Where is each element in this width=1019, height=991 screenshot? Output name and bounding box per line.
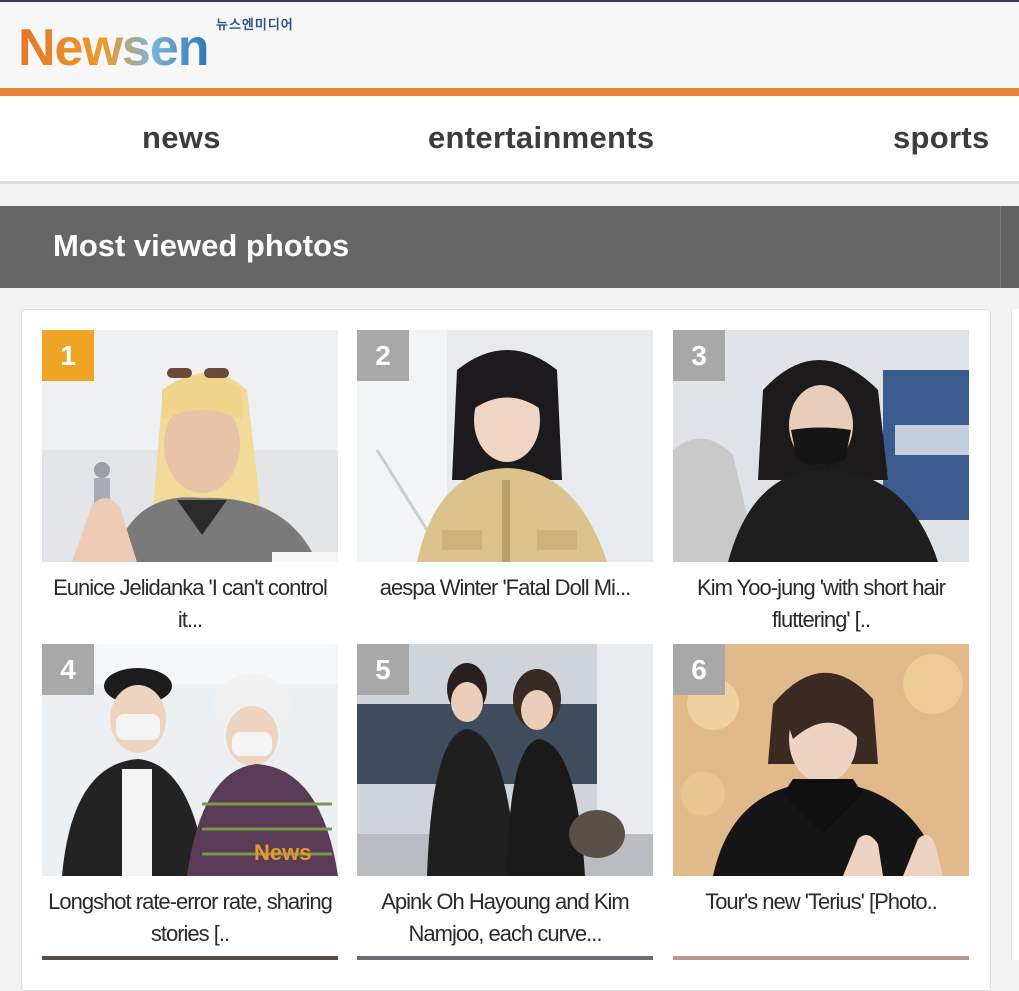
svg-text:News: News: [254, 840, 311, 865]
nav-item-entertainments[interactable]: entertainments: [428, 120, 654, 156]
nav-item-sports[interactable]: sports: [893, 120, 990, 156]
section-header: Most viewed photos: [0, 206, 1000, 288]
photo-item[interactable]: 3 Kim Yoo-jung 'with short hair flutteri…: [673, 330, 969, 636]
photo-caption[interactable]: Eunice Jelidanka 'I can't control it...: [42, 572, 338, 636]
rank-badge: 5: [357, 644, 409, 695]
nav-item-news[interactable]: news: [142, 120, 221, 156]
photo-caption[interactable]: aespa Winter 'Fatal Doll Mi...: [357, 572, 653, 604]
rank-badge: 6: [673, 644, 725, 695]
site-header: Newsen 뉴스엔미디어: [0, 0, 1019, 88]
main-nav: news entertainments sports: [0, 96, 1019, 184]
photo-thumbnail[interactable]: News 4: [42, 644, 338, 876]
rank-badge: 1: [42, 330, 94, 381]
photo-thumbnail[interactable]: 1: [42, 330, 338, 562]
photo-item[interactable]: 5 Apink Oh Hayoung and Kim Namjoo, each …: [357, 644, 653, 950]
header-accent-bar: [0, 88, 1019, 96]
photo-item[interactable]: 1 Eunice Jelidanka 'I can't control it..…: [42, 330, 338, 636]
section-header-edge: [1000, 206, 1019, 288]
photo-thumbnail-next-row[interactable]: [357, 956, 653, 960]
photo-caption[interactable]: Kim Yoo-jung 'with short hair fluttering…: [673, 572, 969, 636]
rank-badge: 4: [42, 644, 94, 695]
photo-thumbnail[interactable]: 6: [673, 644, 969, 876]
section-title: Most viewed photos: [53, 228, 350, 263]
photo-thumbnail[interactable]: 2: [357, 330, 653, 562]
photo-item[interactable]: 6 Tour's new 'Terius' [Photo..: [673, 644, 969, 918]
logo-wordmark: Newsen: [18, 19, 210, 77]
adjacent-panel-edge: [1011, 309, 1019, 960]
photo-caption[interactable]: Longshot rate-error rate, sharing storie…: [42, 886, 338, 950]
photo-caption[interactable]: Apink Oh Hayoung and Kim Namjoo, each cu…: [357, 886, 653, 950]
photo-item[interactable]: 2 aespa Winter 'Fatal Doll Mi...: [357, 330, 653, 604]
photo-item[interactable]: News 4 Longshot rate-error rate, sharing…: [42, 644, 338, 950]
rank-badge: 3: [673, 330, 725, 381]
photo-thumbnail[interactable]: 5: [357, 644, 653, 876]
newsen-logo[interactable]: Newsen 뉴스엔미디어: [18, 14, 318, 78]
logo-korean-text: 뉴스엔미디어: [216, 18, 294, 33]
rank-badge: 2: [357, 330, 409, 381]
photo-thumbnail[interactable]: 3: [673, 330, 969, 562]
photo-thumbnail-next-row[interactable]: [673, 956, 969, 960]
photo-caption[interactable]: Tour's new 'Terius' [Photo..: [673, 886, 969, 918]
photo-thumbnail-next-row[interactable]: [42, 956, 338, 960]
